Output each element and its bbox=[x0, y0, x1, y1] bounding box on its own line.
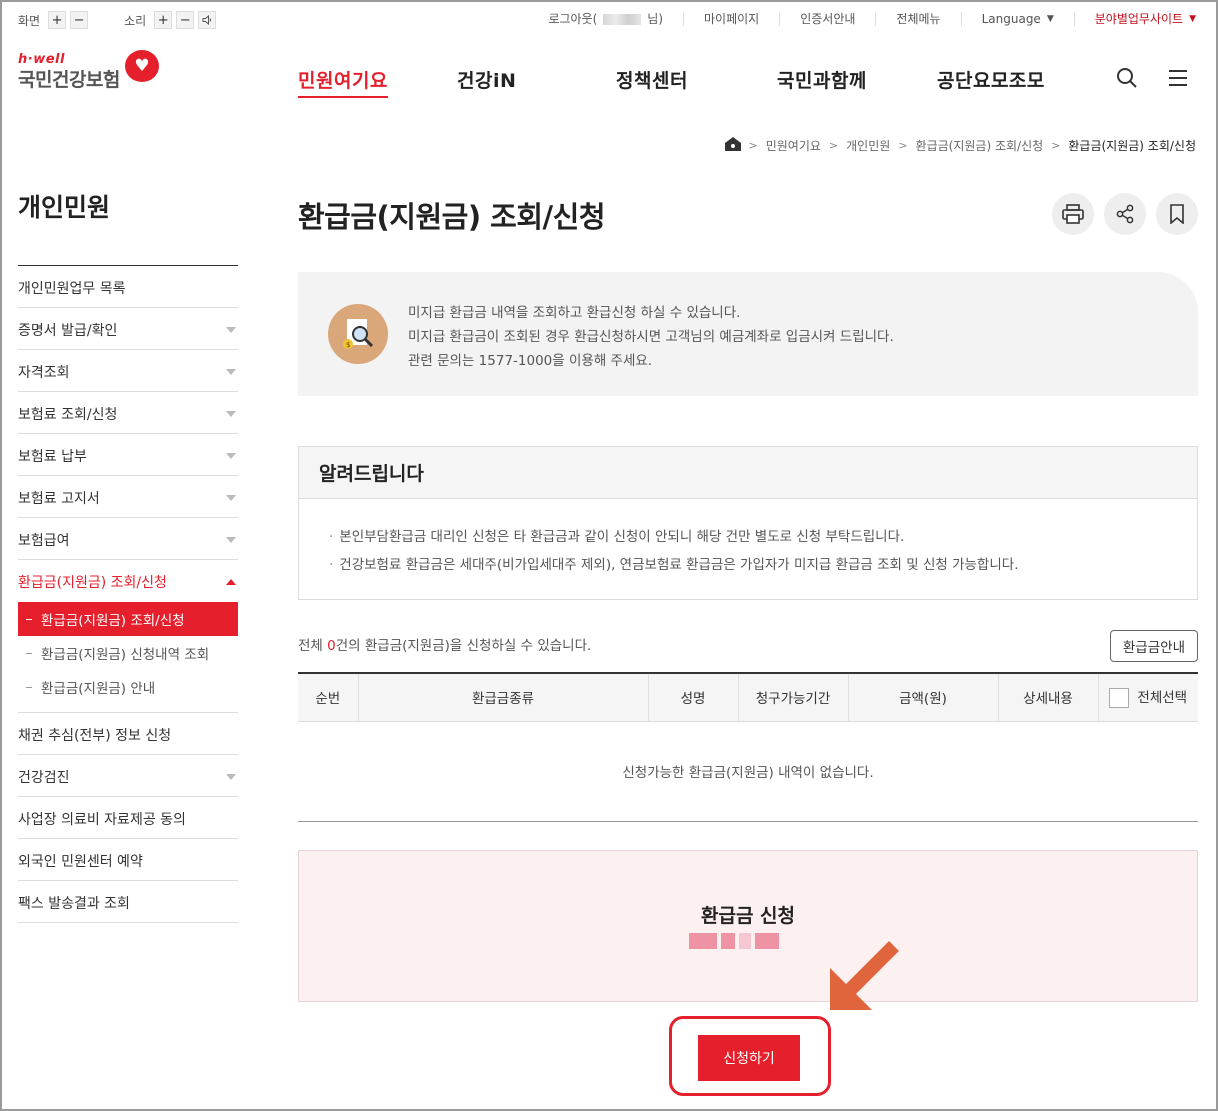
chevron-right-icon: > bbox=[898, 139, 908, 152]
col-header: 성명 bbox=[647, 672, 738, 722]
refund-guide-button[interactable]: 환급금안내 bbox=[1109, 630, 1198, 662]
breadcrumb: > 민원여기요 > 개인민원 > 환급금(지원금) 조회/신청 > 환급금(지원… bbox=[724, 137, 1196, 154]
search-document-icon: $ bbox=[328, 304, 388, 364]
expand-arrow-icon bbox=[226, 410, 236, 417]
empty-message: 신청가능한 환급금(지원금) 내역이 없습니다. bbox=[298, 721, 1198, 822]
col-header: 금액(원) bbox=[847, 672, 998, 722]
sound-label: 소리 bbox=[124, 13, 147, 28]
gnb-health-in[interactable]: 건강iN bbox=[457, 66, 516, 93]
hamburger-menu-icon[interactable] bbox=[1166, 66, 1190, 90]
apply-title: 환급금 신청 bbox=[700, 905, 795, 927]
col-header: 순번 bbox=[298, 672, 358, 722]
caret-down-icon: ▼ bbox=[1189, 14, 1196, 24]
expand-arrow-icon bbox=[226, 536, 236, 543]
breadcrumb-item[interactable]: 민원여기요 bbox=[766, 137, 821, 154]
masked-info bbox=[689, 933, 779, 949]
col-header: 환급금종류 bbox=[357, 672, 648, 722]
caret-down-icon: ▼ bbox=[1046, 14, 1054, 24]
sidebar-item[interactable]: 채권 추심(전부) 정보 신청 bbox=[18, 713, 238, 755]
sidebar-item[interactable]: 자격조회 bbox=[18, 350, 238, 392]
utility-bar: 화면 + − 소리 + − 로그아웃(님) 마이페이지 인증서안내 전체메뉴 L… bbox=[0, 0, 1218, 40]
sidebar-item[interactable]: 개인민원업무 목록 bbox=[18, 266, 238, 308]
home-icon[interactable] bbox=[724, 137, 741, 154]
chevron-right-icon: > bbox=[748, 139, 758, 152]
inform-item: 건강보험료 환급금은 세대주(비가입세대주 제외), 연금보험료 환급금은 가입… bbox=[329, 551, 1167, 579]
submit-highlight: 신청하기 bbox=[669, 1016, 831, 1096]
pointer-arrow-icon bbox=[830, 941, 899, 1010]
search-icon[interactable] bbox=[1115, 66, 1139, 90]
apply-section: 환급금 신청 bbox=[298, 850, 1198, 1002]
notice-line: 미지급 환급금이 조회된 경우 환급신청하시면 고객님의 예금계좌로 입금시켜 … bbox=[408, 329, 894, 345]
col-header: 청구가능기간 bbox=[737, 672, 848, 722]
select-all-header: 전체선택 bbox=[1097, 672, 1198, 722]
sidebar: 개인민원 개인민원업무 목록 증명서 발급/확인 자격조회 보험료 조회/신청 … bbox=[18, 188, 238, 923]
print-icon[interactable] bbox=[1052, 193, 1094, 235]
sidebar-item[interactable]: 외국인 민원센터 예약 bbox=[18, 839, 238, 881]
volume-down-button[interactable]: − bbox=[176, 11, 195, 29]
sidebar-item[interactable]: 사업장 의료비 자료제공 동의 bbox=[18, 797, 238, 839]
volume-up-button[interactable]: + bbox=[154, 11, 173, 29]
expand-arrow-icon bbox=[226, 452, 236, 459]
notice-line: 관련 문의는 1577-1000을 이용해 주세요. bbox=[408, 353, 653, 369]
main-content: 환급금(지원금) 조회/신청 $ 미지급 환급금 내역을 조회하고 환급신청 하… bbox=[298, 188, 1198, 1096]
expand-arrow-icon bbox=[226, 326, 236, 333]
chevron-right-icon: > bbox=[828, 139, 839, 152]
screen-label: 화면 bbox=[18, 13, 41, 28]
sidebar-item[interactable]: 보험료 납부 bbox=[18, 434, 238, 476]
sidebar-submenu: 환급금(지원금) 조회/신청 환급금(지원금) 신청내역 조회 환급금(지원금)… bbox=[18, 602, 238, 713]
mypage-link[interactable]: 마이페이지 bbox=[683, 12, 779, 26]
logout-link[interactable]: 로그아웃(님) bbox=[528, 12, 683, 26]
inform-item: 본인부담환급금 대리인 신청은 타 환급금과 같이 신청이 안되니 해당 건만 … bbox=[329, 523, 1167, 551]
sidebar-item[interactable]: 팩스 발송결과 조회 bbox=[18, 881, 238, 923]
sidebar-item-refund[interactable]: 환급금(지원금) 조회/신청 bbox=[18, 560, 238, 602]
main-navigation: 민원여기요 건강iN 정책센터 국민과함께 공단요모조모 bbox=[0, 66, 1218, 98]
chevron-right-icon: > bbox=[1051, 139, 1061, 152]
col-header: 상세내용 bbox=[997, 672, 1098, 722]
inform-box: 알려드립니다 본인부담환급금 대리인 신청은 타 환급금과 같이 신청이 안되니… bbox=[298, 446, 1198, 600]
all-menu-link[interactable]: 전체메뉴 bbox=[875, 12, 960, 26]
sidebar-item[interactable]: 건강검진 bbox=[18, 755, 238, 797]
result-count: 전체 0건의 환급금(지원금)을 신청하실 수 있습니다. bbox=[298, 638, 592, 654]
speaker-icon[interactable] bbox=[198, 11, 217, 29]
select-all-checkbox[interactable] bbox=[1109, 688, 1130, 709]
zoom-out-button[interactable]: − bbox=[70, 11, 89, 29]
expand-arrow-icon bbox=[226, 494, 236, 501]
collapse-arrow-icon bbox=[226, 579, 236, 585]
sidebar-title: 개인민원 bbox=[18, 188, 238, 266]
gnb-about[interactable]: 공단요모조모 bbox=[937, 66, 1045, 93]
sidebar-item[interactable]: 보험급여 bbox=[18, 518, 238, 560]
business-sites-select[interactable]: 분야별업무사이트 ▼ bbox=[1073, 12, 1196, 26]
apply-submit-button[interactable]: 신청하기 bbox=[698, 1035, 800, 1081]
sidebar-item[interactable]: 보험료 고지서 bbox=[18, 476, 238, 518]
gnb-with-people[interactable]: 국민과함께 bbox=[777, 66, 867, 93]
zoom-in-button[interactable]: + bbox=[48, 11, 67, 29]
cert-guide-link[interactable]: 인증서안내 bbox=[779, 12, 875, 26]
gnb-minwon[interactable]: 민원여기요 bbox=[298, 66, 388, 98]
sidebar-item[interactable]: 증명서 발급/확인 bbox=[18, 308, 238, 350]
language-select[interactable]: Language ▼ bbox=[960, 12, 1074, 26]
breadcrumb-item[interactable]: 개인민원 bbox=[846, 137, 890, 154]
breadcrumb-item[interactable]: 환급금(지원금) 조회/신청 bbox=[916, 137, 1044, 154]
username-masked bbox=[603, 13, 642, 25]
share-icon[interactable] bbox=[1104, 193, 1146, 235]
expand-arrow-icon bbox=[226, 773, 236, 780]
submenu-refund-history[interactable]: 환급금(지원금) 신청내역 조회 bbox=[18, 636, 238, 670]
sidebar-item[interactable]: 보험료 조회/신청 bbox=[18, 392, 238, 434]
svg-text:$: $ bbox=[346, 341, 350, 349]
refund-table: 순번 환급금종류 성명 청구가능기간 금액(원) 상세내용 전체선택 신청가능한… bbox=[298, 672, 1198, 822]
notice-box: $ 미지급 환급금 내역을 조회하고 환급신청 하실 수 있습니다. 미지급 환… bbox=[298, 272, 1198, 396]
notice-line: 미지급 환급금 내역을 조회하고 환급신청 하실 수 있습니다. bbox=[408, 305, 741, 321]
gnb-policy-center[interactable]: 정책센터 bbox=[616, 66, 688, 93]
breadcrumb-current: 환급금(지원금) 조회/신청 bbox=[1068, 139, 1196, 153]
submenu-refund-inquiry[interactable]: 환급금(지원금) 조회/신청 bbox=[18, 602, 238, 636]
inform-title: 알려드립니다 bbox=[299, 447, 1197, 499]
submenu-refund-guide[interactable]: 환급금(지원금) 안내 bbox=[18, 670, 238, 704]
bookmark-icon[interactable] bbox=[1156, 193, 1198, 235]
expand-arrow-icon bbox=[226, 368, 236, 375]
count-number: 0 bbox=[327, 638, 336, 654]
